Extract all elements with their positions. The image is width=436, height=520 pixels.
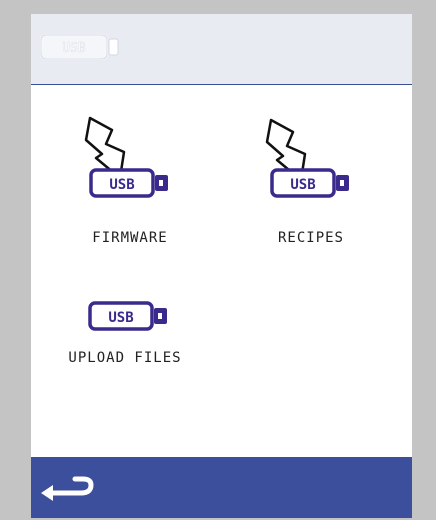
header-bar: USB	[31, 14, 412, 85]
device-screen: USB USB FIRMWARE USB RECIPES USB UPLOAD …	[31, 14, 412, 518]
tile-label: FIRMWARE	[92, 230, 168, 246]
header-divider	[31, 84, 412, 85]
usb-status-icon: USB	[40, 34, 119, 60]
tile-label: RECIPES	[277, 230, 344, 246]
back-arrow-icon[interactable]	[37, 473, 97, 505]
svg-text:USB: USB	[290, 177, 315, 193]
svg-text:USB: USB	[108, 310, 133, 326]
usb-drive-icon: USB	[270, 168, 349, 198]
footer-bar	[31, 457, 412, 518]
svg-text:USB: USB	[62, 41, 86, 56]
svg-text:USB: USB	[109, 177, 134, 193]
usb-drive-icon: USB	[88, 301, 167, 331]
usb-drive-icon: USB	[89, 168, 168, 198]
tile-label: UPLOAD FILES	[68, 350, 182, 366]
